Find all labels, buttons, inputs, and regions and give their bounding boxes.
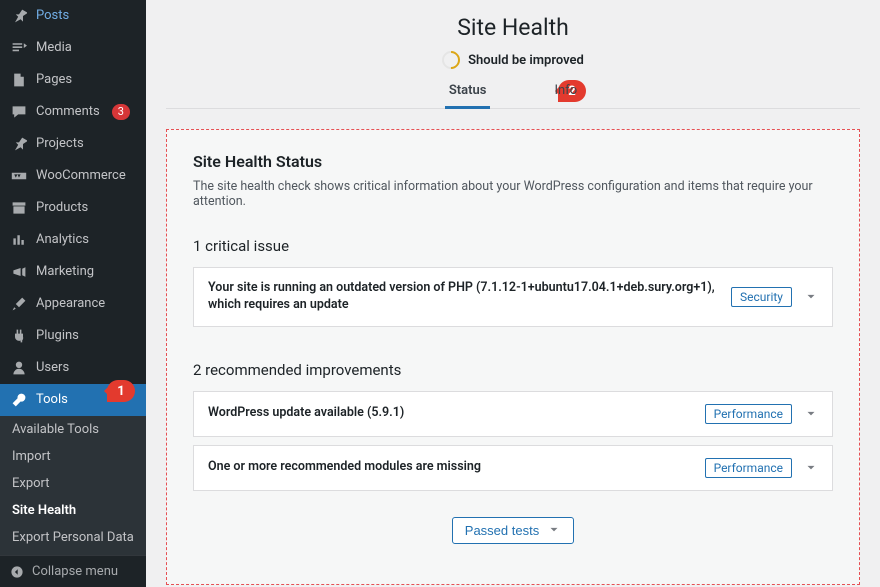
issue-tag: Security	[731, 287, 792, 307]
issue-tag: Performance	[705, 458, 792, 478]
sidebar-item-projects[interactable]: Projects	[0, 128, 146, 160]
chevron-down-icon	[804, 461, 818, 475]
brush-icon	[10, 296, 28, 312]
woo-icon	[10, 168, 28, 184]
page-title: Site Health	[166, 14, 860, 41]
sidebar-item-label: Comments	[36, 103, 100, 121]
sidebar-item-label: Marketing	[36, 263, 94, 281]
submenu-item-site-health[interactable]: Site Health	[0, 497, 146, 524]
sidebar-item-label: Tools	[36, 391, 68, 409]
sidebar-item-label: Media	[36, 39, 72, 57]
critical-issue-row[interactable]: Your site is running an outdated version…	[193, 267, 833, 327]
user-icon	[10, 360, 28, 376]
issue-text: One or more recommended modules are miss…	[208, 459, 693, 476]
recommended-issue-row[interactable]: One or more recommended modules are miss…	[193, 445, 833, 491]
sidebar-item-appearance[interactable]: Appearance	[0, 288, 146, 320]
main-content: 2 Site Health Should be improved Status …	[146, 0, 880, 587]
sidebar-item-label: Users	[36, 359, 69, 377]
issue-tag: Performance	[705, 404, 792, 424]
sidebar-item-media[interactable]: Media	[0, 32, 146, 64]
issue-text: Your site is running an outdated version…	[208, 280, 719, 314]
sidebar-item-posts[interactable]: Posts	[0, 0, 146, 32]
annotation-callout-1: 1	[107, 380, 135, 402]
sidebar-item-label: Appearance	[36, 295, 105, 313]
sidebar-item-plugins[interactable]: Plugins	[0, 320, 146, 352]
sidebar-item-comments[interactable]: Comments 3	[0, 96, 146, 128]
progress-ring-icon	[438, 47, 463, 72]
critical-issues-heading: 1 critical issue	[193, 237, 833, 255]
pin-icon	[10, 8, 28, 24]
wrench-icon	[10, 392, 28, 408]
submenu-item-available-tools[interactable]: Available Tools	[0, 416, 146, 443]
plug-icon	[10, 328, 28, 344]
sidebar-item-label: Pages	[36, 71, 72, 89]
sidebar-item-label: Plugins	[36, 327, 79, 345]
admin-sidebar: Posts Media Pages Comments 3 Projects WooComme…	[0, 0, 146, 587]
sidebar-item-marketing[interactable]: Marketing	[0, 256, 146, 288]
page-icon	[10, 72, 28, 88]
sidebar-submenu: Available ToolsImportExportSite HealthEx…	[0, 416, 146, 555]
tabs-nav: Status Info	[166, 83, 860, 109]
panel-description: The site health check shows critical inf…	[193, 179, 833, 209]
submenu-item-import[interactable]: Import	[0, 443, 146, 470]
recommended-issue-row[interactable]: WordPress update available (5.9.1) Perfor…	[193, 391, 833, 437]
chevron-down-icon	[804, 407, 818, 421]
sidebar-item-label: Analytics	[36, 231, 89, 249]
sidebar-item-woocommerce[interactable]: WooCommerce	[0, 160, 146, 192]
sidebar-item-label: Products	[36, 199, 88, 217]
submenu-item-export[interactable]: Export	[0, 470, 146, 497]
comment-icon	[10, 104, 28, 120]
sidebar-item-label: WooCommerce	[36, 167, 126, 185]
panel-heading: Site Health Status	[193, 152, 833, 171]
passed-tests-button[interactable]: Passed tests	[452, 517, 574, 544]
chevron-down-icon	[547, 523, 561, 537]
media-icon	[10, 40, 28, 56]
submenu-item-export-personal-data[interactable]: Export Personal Data	[0, 524, 146, 551]
issue-text: WordPress update available (5.9.1)	[208, 405, 693, 422]
status-text: Should be improved	[468, 53, 584, 68]
archive-icon	[10, 200, 28, 216]
recommended-heading: 2 recommended improvements	[193, 361, 833, 379]
site-health-panel: Site Health Status The site health check…	[166, 129, 860, 585]
site-health-status-indicator: Should be improved	[166, 51, 860, 69]
megaphone-icon	[10, 264, 28, 280]
chevron-down-icon	[804, 290, 818, 304]
analytics-icon	[10, 232, 28, 248]
notification-badge: 3	[112, 104, 130, 120]
tab-status[interactable]: Status	[445, 83, 491, 108]
sidebar-item-products[interactable]: Products	[0, 192, 146, 224]
passed-tests-label: Passed tests	[465, 523, 539, 538]
collapse-menu-button[interactable]: Collapse menu	[0, 555, 146, 587]
sidebar-item-pages[interactable]: Pages	[0, 64, 146, 96]
tab-info[interactable]: Info	[550, 83, 581, 108]
sidebar-item-label: Projects	[36, 135, 84, 153]
sidebar-item-analytics[interactable]: Analytics	[0, 224, 146, 256]
sidebar-item-label: Posts	[36, 7, 69, 25]
collapse-menu-label: Collapse menu	[32, 564, 118, 579]
pin-icon	[10, 136, 28, 152]
